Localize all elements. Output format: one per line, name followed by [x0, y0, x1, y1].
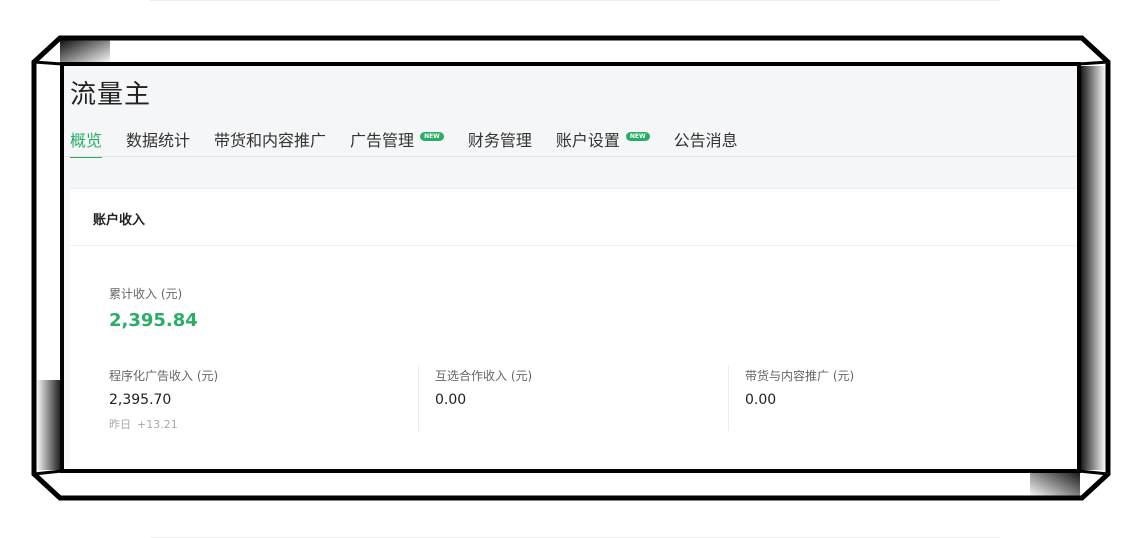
new-badge: NEW	[420, 132, 444, 141]
tab-account-settings[interactable]: 账户设置 NEW	[556, 128, 650, 158]
tab-ad-management[interactable]: 广告管理 NEW	[350, 128, 444, 158]
income-card: 账户收入 累计收入 (元) 2,395.84 程序化广告收入 (元) 2,395…	[70, 188, 1077, 469]
metric-sub-label: 昨日	[109, 418, 131, 431]
tab-label: 账户设置	[555, 131, 620, 150]
tab-content-promotion[interactable]: 带货和内容推广	[214, 128, 326, 158]
tab-bar: 概览 数据统计 带货和内容推广 广告管理 NEW 财务管理 账户设置 NEW 公告消…	[70, 128, 762, 158]
page-title: 流量主	[70, 80, 152, 110]
tab-label: 带货和内容推广	[214, 131, 327, 150]
total-income-value: 2,395.84	[109, 310, 198, 331]
total-income-label: 累计收入 (元)	[109, 287, 183, 301]
metric-divider	[728, 365, 729, 431]
frame-shade-left	[36, 380, 62, 470]
new-badge: NEW	[625, 132, 650, 141]
dashboard-screen: 流量主 概览 数据统计 带货和内容推广 广告管理 NEW 财务管理 账户设置 NEW…	[64, 66, 1077, 469]
tab-data-statistics[interactable]: 数据统计	[126, 128, 190, 158]
card-title: 账户收入	[93, 213, 146, 228]
metric-label: 互选合作收入 (元)	[435, 369, 533, 383]
card-divider	[70, 245, 1077, 246]
tab-label: 广告管理	[350, 131, 415, 150]
metric-programmatic-ads: 程序化广告收入 (元) 2,395.70 昨日 +13.21	[109, 367, 409, 432]
tab-label: 财务管理	[467, 131, 532, 150]
tab-label: 概览	[70, 131, 103, 150]
tab-label: 数据统计	[126, 131, 191, 150]
tabs-divider	[64, 156, 1077, 157]
metric-value: 0.00	[435, 392, 467, 408]
tab-finance-management[interactable]: 财务管理	[468, 128, 532, 158]
frame-shade-right	[1080, 66, 1106, 470]
tab-label: 公告消息	[673, 131, 738, 150]
metric-content-promotion: 带货与内容推广 (元) 0.00	[745, 367, 1045, 408]
metric-mutual-selection: 互选合作收入 (元) 0.00	[435, 367, 735, 408]
metric-value: 2,395.70	[109, 392, 172, 408]
metric-yesterday: 昨日 +13.21	[109, 416, 409, 432]
tab-announcements[interactable]: 公告消息	[674, 128, 738, 158]
frame-shade-top-left	[60, 40, 110, 64]
frame-shade-bottom-right	[1030, 470, 1080, 498]
metric-value: 0.00	[745, 392, 777, 408]
metric-divider	[418, 365, 419, 431]
tab-overview[interactable]: 概览	[70, 128, 103, 158]
metric-sub-value: +13.21	[137, 418, 178, 431]
metric-label: 带货与内容推广 (元)	[745, 369, 855, 383]
metric-label: 程序化广告收入 (元)	[109, 369, 219, 383]
